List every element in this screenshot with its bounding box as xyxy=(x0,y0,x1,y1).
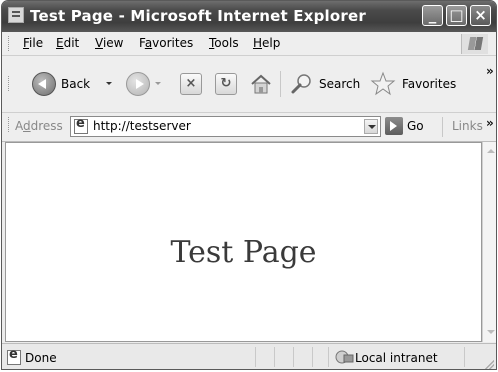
menu-edit[interactable]: Edit xyxy=(56,36,79,50)
back-dropdown-icon[interactable] xyxy=(106,82,112,85)
status-pane-divider xyxy=(312,347,313,367)
status-pane-divider xyxy=(328,347,329,367)
page-status-icon xyxy=(7,347,21,365)
menu-favorites[interactable]: Favorites xyxy=(139,36,193,50)
menu-file[interactable]: File xyxy=(23,36,43,50)
home-icon[interactable] xyxy=(250,73,272,95)
windows-logo-icon xyxy=(461,34,488,54)
resize-grip[interactable] xyxy=(484,360,494,369)
minimize-button[interactable]: _ xyxy=(422,5,443,26)
page-content: Test Page xyxy=(5,142,482,342)
links-chevron[interactable]: » xyxy=(486,116,494,130)
links-label[interactable]: Links xyxy=(452,119,483,133)
menu-bar: File Edit View Favorites Tools Help xyxy=(2,32,496,56)
favorites-button-label[interactable]: Favorites xyxy=(402,77,456,91)
refresh-icon[interactable]: ↻ xyxy=(215,73,237,95)
address-value[interactable]: http://testserver xyxy=(93,119,191,133)
address-bar: Address http://testserver Go Links » xyxy=(2,113,496,142)
forward-dropdown-icon[interactable] xyxy=(155,82,161,85)
toolbar-separator xyxy=(280,71,281,97)
menubar-grip[interactable] xyxy=(8,36,12,51)
back-button-label[interactable]: Back xyxy=(61,77,90,91)
local-intranet-icon xyxy=(335,350,354,364)
toolbar-chevron[interactable]: » xyxy=(486,64,494,78)
menu-help[interactable]: Help xyxy=(253,36,280,50)
ie-window-icon[interactable] xyxy=(8,7,24,23)
search-icon[interactable] xyxy=(290,73,314,95)
close-button[interactable]: × xyxy=(470,5,491,26)
window-title: Test Page - Microsoft Internet Explorer xyxy=(30,7,366,25)
standard-toolbar: Back × ↻ Search Favorites » xyxy=(2,56,496,113)
links-separator xyxy=(442,117,443,137)
menu-tools[interactable]: Tools xyxy=(209,36,239,50)
favorites-star-icon[interactable] xyxy=(370,71,396,97)
title-bar[interactable]: Test Page - Microsoft Internet Explorer … xyxy=(2,1,496,32)
browser-window: Test Page - Microsoft Internet Explorer … xyxy=(1,0,497,370)
scroll-up-icon[interactable] xyxy=(484,144,496,159)
toolbar-grip[interactable] xyxy=(8,76,12,91)
status-pane-divider xyxy=(293,347,294,367)
stop-icon[interactable]: × xyxy=(180,73,202,95)
page-icon xyxy=(74,116,88,134)
maximize-button[interactable]: □ xyxy=(446,5,467,26)
status-bar: Done Local intranet xyxy=(2,343,496,369)
forward-arrow-icon[interactable] xyxy=(126,72,150,96)
address-label: Address xyxy=(15,119,63,133)
status-pane-divider xyxy=(464,347,465,367)
address-input[interactable]: http://testserver xyxy=(70,116,381,137)
page-heading: Test Page xyxy=(170,235,317,270)
search-button-label[interactable]: Search xyxy=(319,77,360,91)
menu-view[interactable]: View xyxy=(95,36,123,50)
go-button-label[interactable]: Go xyxy=(407,119,424,133)
addressbar-grip[interactable] xyxy=(8,117,12,132)
status-text: Done xyxy=(25,351,57,365)
back-arrow-icon[interactable] xyxy=(32,72,56,96)
vertical-scrollbar[interactable] xyxy=(482,142,496,342)
status-pane-divider xyxy=(274,347,275,367)
go-arrow-icon[interactable] xyxy=(385,117,403,135)
scroll-down-icon[interactable] xyxy=(484,325,496,340)
status-pane-divider xyxy=(255,347,256,367)
security-zone-text: Local intranet xyxy=(355,351,438,365)
address-dropdown-icon[interactable] xyxy=(364,119,378,134)
